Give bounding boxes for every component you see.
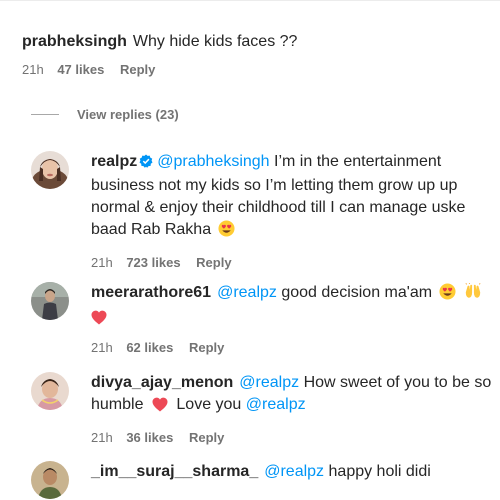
reply-meta: 21h 62 likes Reply xyxy=(91,339,495,357)
reply-username[interactable]: realpz xyxy=(91,153,137,170)
reply-likes[interactable]: 62 likes xyxy=(126,339,173,357)
reply-text: _im__suraj__sharma_ @realpz happy holi di… xyxy=(91,461,495,483)
red-heart-emoji xyxy=(91,310,107,332)
reply-time[interactable]: 21h xyxy=(91,339,113,357)
reply-body: _im__suraj__sharma_ @realpz happy holi di… xyxy=(91,461,495,483)
comment-username[interactable]: prabheksingh xyxy=(22,33,127,50)
comment-time[interactable]: 21h xyxy=(22,61,44,79)
reply-body: divya_ajay_menon @realpz How sweet of you… xyxy=(91,372,495,447)
reply-username[interactable]: _im__suraj__sharma_ xyxy=(91,463,258,480)
reply-username[interactable]: meerarathore61 xyxy=(91,284,211,301)
reply-text: meerarathore61 @realpz good decision ma'a… xyxy=(91,282,495,307)
reply-mention[interactable]: @realpz xyxy=(217,284,277,301)
divider xyxy=(0,0,500,1)
reply-body: meerarathore61 @realpz good decision ma'a… xyxy=(91,282,495,357)
red-heart-emoji xyxy=(152,397,168,419)
reply-message: happy holi didi xyxy=(328,463,431,480)
reply-text: realpz @prabheksingh I’m in the entertain… xyxy=(91,151,495,244)
avatar[interactable] xyxy=(31,151,69,189)
comment-text: Why hide kids faces ?? xyxy=(132,33,298,50)
reply-text: divya_ajay_menon @realpz How sweet of you… xyxy=(91,372,495,419)
reply-button[interactable]: Reply xyxy=(120,61,155,79)
view-replies-label: View replies (23) xyxy=(77,106,179,122)
reply-button[interactable]: Reply xyxy=(189,429,224,447)
reply-mention[interactable]: @realpz xyxy=(239,374,299,391)
reply-item: _im__suraj__sharma_ @realpz happy holi di… xyxy=(31,461,495,500)
reply-message: good decision ma'am xyxy=(281,284,433,301)
view-replies-button[interactable]: View replies (23) xyxy=(31,104,179,124)
reply-message-after: Love you xyxy=(176,396,242,413)
reply-time[interactable]: 21h xyxy=(91,429,113,447)
comment: prabheksingh Why hide kids faces ?? 21h 4… xyxy=(22,31,492,79)
reply-button[interactable]: Reply xyxy=(189,339,224,357)
reply-mention-2[interactable]: @realpz xyxy=(246,396,306,413)
reply-meta: 21h 36 likes Reply xyxy=(91,429,495,447)
view-replies-dash xyxy=(31,113,59,115)
avatar[interactable] xyxy=(31,461,69,499)
reply-mention[interactable]: @prabheksingh xyxy=(157,153,269,170)
reply-meta: 21h 723 likes Reply xyxy=(91,254,495,272)
reply-item: meerarathore61 @realpz good decision ma'a… xyxy=(31,282,495,362)
heart-eyes-emoji xyxy=(218,220,235,244)
comment-text-line: prabheksingh Why hide kids faces ?? xyxy=(22,31,492,53)
reply-username[interactable]: divya_ajay_menon xyxy=(91,374,233,391)
reply-button[interactable]: Reply xyxy=(196,254,231,272)
heart-eyes-emoji xyxy=(438,283,456,307)
comment-likes[interactable]: 47 likes xyxy=(57,61,104,79)
reply-text-line2 xyxy=(91,307,495,329)
reply-likes[interactable]: 723 likes xyxy=(126,254,180,272)
reply-mention[interactable]: @realpz xyxy=(264,463,324,480)
avatar[interactable] xyxy=(31,282,69,320)
comment-meta: 21h 47 likes Reply xyxy=(22,61,492,79)
verified-badge-icon xyxy=(139,153,153,175)
avatar[interactable] xyxy=(31,372,69,410)
reply-item: realpz @prabheksingh I’m in the entertain… xyxy=(31,151,495,271)
reply-body: realpz @prabheksingh I’m in the entertain… xyxy=(91,151,495,272)
reply-likes[interactable]: 36 likes xyxy=(126,429,173,447)
reply-time[interactable]: 21h xyxy=(91,254,113,272)
reply-item: divya_ajay_menon @realpz How sweet of you… xyxy=(31,372,495,452)
raising-hands-emoji xyxy=(464,282,482,307)
